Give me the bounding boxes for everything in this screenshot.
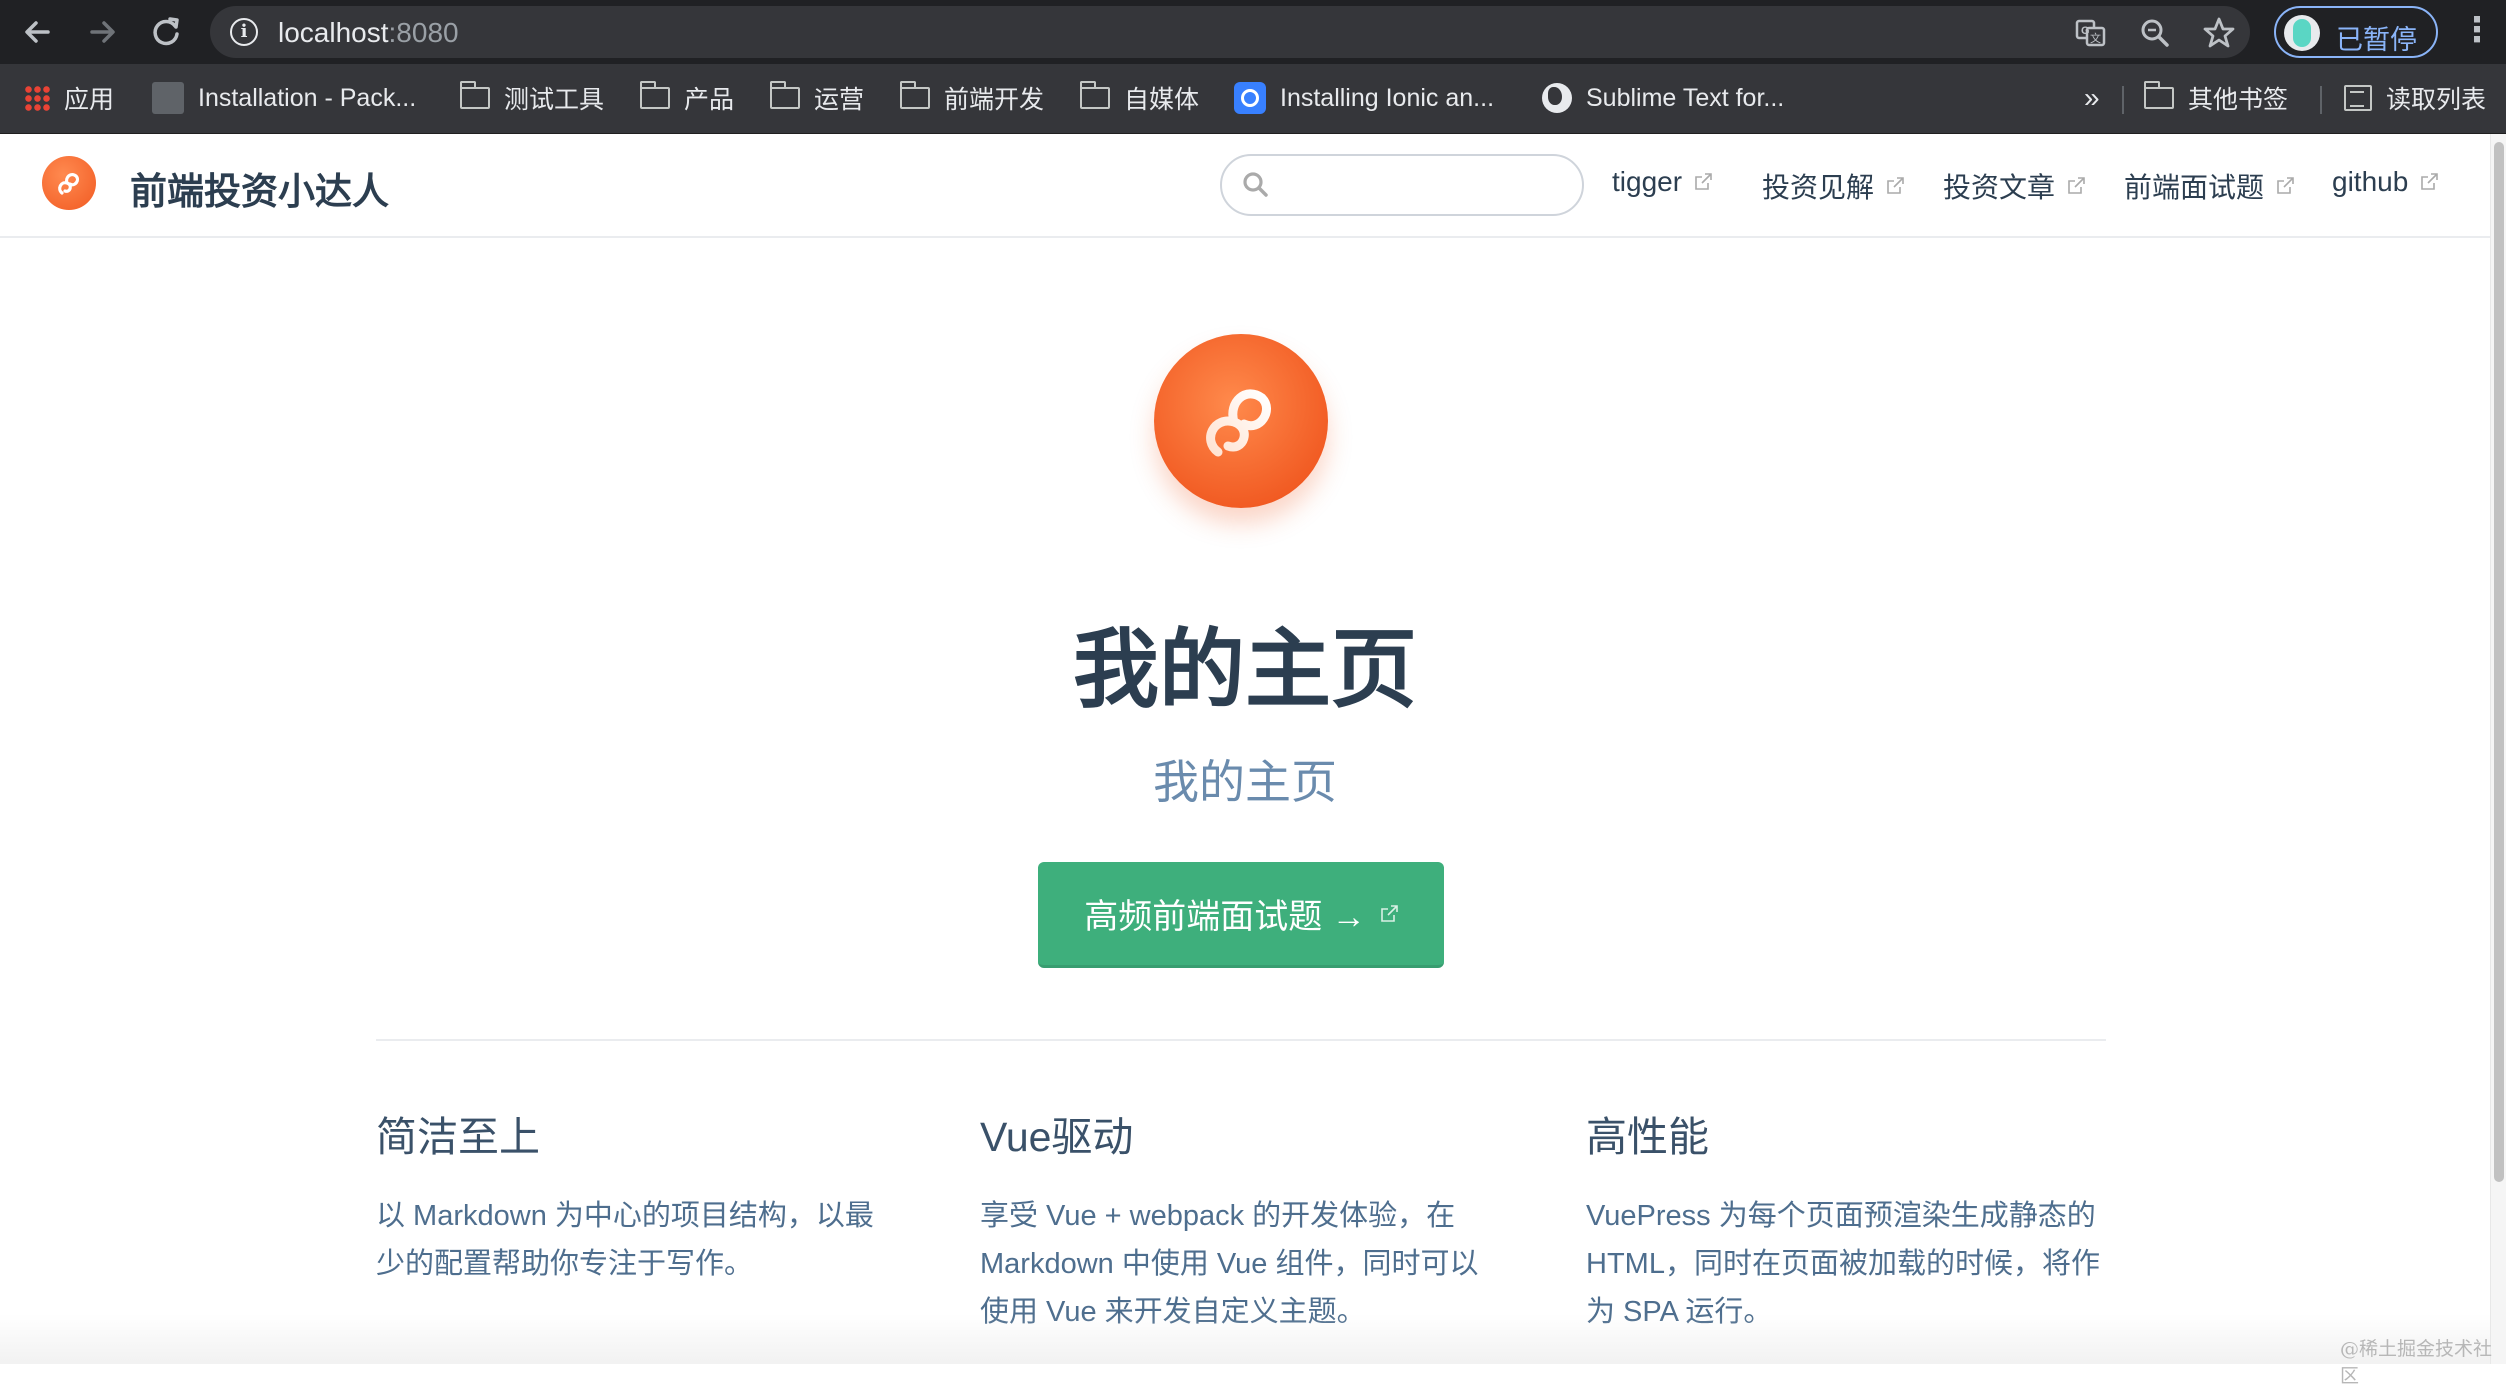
external-link-icon: [2067, 177, 2085, 195]
nav-link-label: github: [2332, 166, 2409, 197]
url-host: localhost: [278, 17, 389, 48]
bookmarks-overflow-button[interactable]: »: [2084, 78, 2100, 118]
nav-link-label: 投资见解: [1762, 172, 1875, 203]
profile-status: 已暂停: [2336, 25, 2417, 55]
reading-list-icon: [2344, 85, 2372, 111]
external-link-icon: [1380, 904, 1398, 923]
divider: [2320, 86, 2322, 114]
nav-link-label: 投资文章: [1943, 172, 2056, 203]
watermark: @稀土掘金技术社区: [2340, 1338, 2493, 1387]
bookmark-folder-testing[interactable]: 测试工具: [459, 78, 605, 118]
star-icon[interactable]: [2202, 16, 2236, 50]
feature-card: 简洁至上 以 Markdown 为中心的项目结构，以最少的配置帮助你专注于写作。: [376, 1106, 896, 1288]
nav-link-insights[interactable]: 投资见解: [1762, 166, 1904, 206]
folder-icon: [769, 81, 800, 109]
bookmark-folder-operations[interactable]: 运营: [769, 78, 865, 118]
nav-link-interview[interactable]: 前端面试题: [2124, 166, 2294, 206]
url-text[interactable]: localhost:8080: [278, 17, 459, 49]
bookmark-other[interactable]: 其他书签: [2143, 78, 2289, 118]
apps-grid-icon: [24, 85, 50, 111]
folder-icon: [899, 81, 930, 109]
feature-details: 以 Markdown 为中心的项目结构，以最少的配置帮助你专注于写作。: [376, 1200, 874, 1280]
bookmark-folder-frontend[interactable]: 前端开发: [899, 78, 1045, 118]
external-link-icon: [1694, 173, 1712, 191]
url-port: :8080: [388, 17, 459, 48]
bookmark-installation[interactable]: Installation - Pack...: [152, 78, 416, 118]
bookmark-label: 前端开发: [944, 86, 1045, 114]
feature-title: Vue驱动: [980, 1114, 1134, 1160]
site-navbar: 前端投资小达人 tigger 投资见解 投资文章 前端面试题 github: [0, 134, 2490, 238]
bookmark-apps[interactable]: 应用: [24, 78, 114, 118]
feature-card: 高性能 VuePress 为每个页面预渲染生成静态的 HTML，同时在页面被加载…: [1586, 1106, 2106, 1336]
bookmark-label: Installation - Pack...: [198, 83, 417, 112]
external-link-icon: [1886, 177, 1904, 195]
bottom-shadow: [0, 1314, 2490, 1364]
avatar: [2284, 15, 2320, 51]
folder-icon: [1079, 81, 1110, 109]
logo-icon: [58, 172, 80, 195]
zoom-icon[interactable]: [2138, 16, 2172, 50]
translate-icon[interactable]: G 文: [2074, 16, 2108, 50]
profile-button[interactable]: 已暂停: [2274, 6, 2438, 58]
address-bar[interactable]: i localhost:8080 G 文: [210, 6, 2250, 58]
hero-title: 我的主页: [1073, 622, 1417, 718]
action-button-label: 高频前端面试题 →: [1084, 898, 1366, 936]
page-icon: [152, 82, 184, 114]
bookmark-folder-media[interactable]: 自媒体: [1079, 78, 1200, 118]
reading-list[interactable]: 读取列表: [2344, 78, 2486, 118]
bookmark-label: 其他书签: [2188, 86, 2289, 114]
hero-logo: [1154, 334, 1328, 508]
bookmark-label: 测试工具: [504, 86, 605, 114]
feature-card: Vue驱动 享受 Vue + webpack 的开发体验，在 Markdown …: [980, 1106, 1500, 1336]
vertical-scrollbar[interactable]: [2490, 134, 2506, 1364]
bookmark-label: 应用: [64, 86, 115, 114]
external-link-icon: [2420, 173, 2439, 191]
bookmark-label: 读取列表: [2386, 86, 2487, 114]
bookmark-label: 产品: [684, 86, 735, 114]
hero-action-button[interactable]: 高频前端面试题 →: [1038, 862, 1444, 968]
search-input[interactable]: [1220, 154, 1584, 216]
folder-icon: [639, 81, 670, 109]
search-icon: [1243, 172, 1268, 197]
nav-link-label: 前端面试题: [2124, 172, 2265, 203]
scrollbar-thumb[interactable]: [2494, 142, 2504, 1182]
bookmark-label: 运营: [814, 86, 865, 114]
folder-icon: [2143, 81, 2174, 109]
kebab-menu-icon[interactable]: ⋮: [2460, 8, 2494, 56]
nav-link-github[interactable]: github: [2332, 166, 2439, 198]
section-divider: [376, 1039, 2106, 1041]
svg-text:G: G: [2081, 25, 2090, 37]
reload-icon: [153, 17, 179, 46]
site-title[interactable]: 前端投资小达人: [130, 161, 389, 215]
site-logo[interactable]: [42, 156, 96, 210]
ionic-icon: [1234, 82, 1266, 114]
divider: [2122, 86, 2124, 114]
back-button[interactable]: [16, 10, 60, 54]
bookmark-folder-product[interactable]: 产品: [639, 78, 735, 118]
bookmark-label: Installing Ionic an...: [1280, 83, 1495, 112]
arrow-left-icon: [25, 21, 50, 43]
bookmark-label: 自媒体: [1124, 86, 1200, 114]
page-viewport: 前端投资小达人 tigger 投资见解 投资文章 前端面试题 github 我的…: [0, 134, 2506, 1387]
nav-link-label: tigger: [1612, 166, 1683, 197]
feature-title: 高性能: [1586, 1114, 1709, 1160]
logo-icon: [1206, 389, 1271, 457]
reload-button[interactable]: [144, 10, 188, 54]
hero-description: 我的主页: [1153, 756, 1337, 808]
nav-link-articles[interactable]: 投资文章: [1943, 166, 2085, 206]
feature-title: 简洁至上: [376, 1114, 540, 1160]
bookmark-sublime[interactable]: Sublime Text for...: [1542, 78, 1784, 118]
nav-link-tigger[interactable]: tigger: [1612, 166, 1712, 198]
arrow-right-icon: [90, 21, 115, 43]
external-link-icon: [2276, 177, 2294, 195]
info-icon[interactable]: i: [230, 18, 258, 46]
folder-icon: [459, 81, 490, 109]
globe-icon: [1542, 83, 1572, 113]
svg-text:文: 文: [2090, 31, 2101, 45]
bookmarks-bar: 应用 Installation - Pack... 测试工具 产品 运营 前端开…: [0, 64, 2506, 134]
bookmark-ionic[interactable]: Installing Ionic an...: [1234, 78, 1494, 118]
bookmark-label: Sublime Text for...: [1586, 83, 1785, 112]
browser-toolbar: i localhost:8080 G 文 已暂停 ⋮: [0, 0, 2506, 64]
forward-button[interactable]: [80, 10, 124, 54]
